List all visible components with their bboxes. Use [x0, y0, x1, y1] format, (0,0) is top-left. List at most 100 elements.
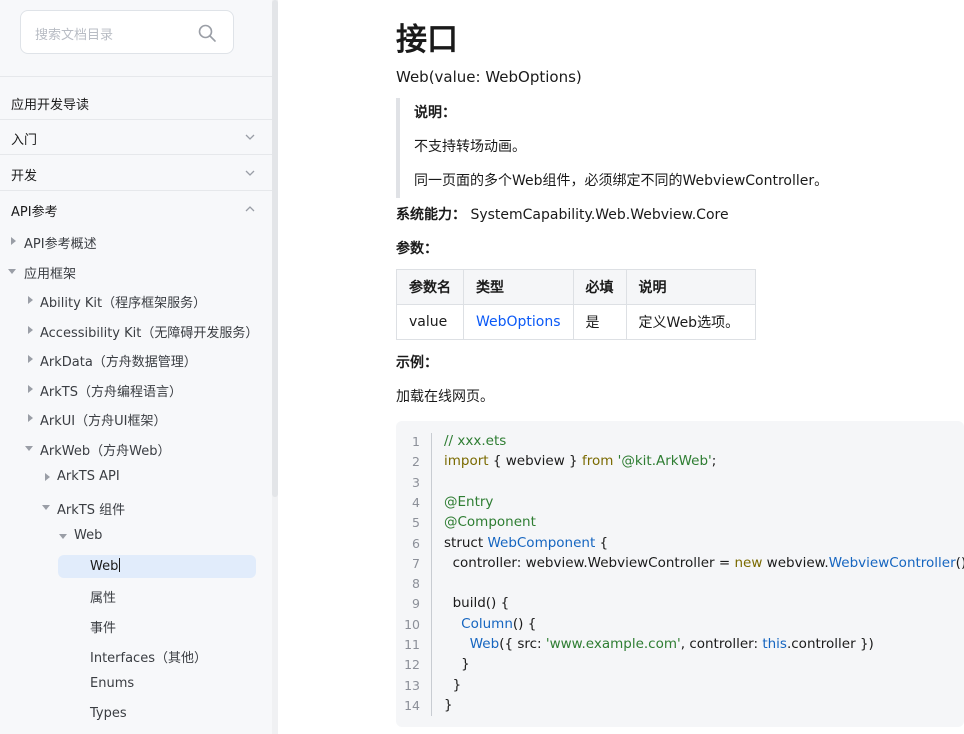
code-token: build() {	[444, 595, 510, 612]
tree-item-attributes[interactable]: 属性	[0, 584, 260, 608]
caret-right-icon[interactable]	[28, 355, 33, 363]
code-line: 3	[396, 474, 964, 494]
code-token: webview.	[762, 554, 829, 571]
tree-item-api-overview[interactable]: API参考概述	[0, 230, 260, 254]
code-text: // xxx.ets	[444, 433, 506, 449]
code-text: @Entry	[444, 494, 493, 510]
code-token: controller: webview.WebviewController =	[444, 554, 735, 571]
search-placeholder: 搜索文档目录	[35, 28, 114, 43]
code-line: 9 build() {	[396, 595, 964, 615]
tree-item-label: Ability Kit（程序框架服务）	[40, 296, 207, 311]
system-capability-value: SystemCapability.Web.Webview.Core	[470, 207, 729, 223]
caret-down-icon[interactable]	[42, 505, 50, 510]
code-line: 11 Web({ src: 'www.example.com', control…	[396, 636, 964, 656]
line-number: 3	[412, 474, 420, 490]
nav-item-getting-started[interactable]: 入门	[0, 120, 272, 155]
nav-item-label: API参考	[11, 205, 58, 220]
tree-item-accessibility-kit[interactable]: Accessibility Kit（无障碍开发服务）	[0, 319, 260, 343]
system-capability: 系统能力： SystemCapability.Web.Webview.Core	[396, 204, 729, 224]
code-token: }	[444, 676, 462, 693]
code-block[interactable]: 1 // xxx.ets 2 import { webview } from '@ki…	[396, 421, 964, 727]
tree-item-label: ArkData（方舟数据管理）	[40, 355, 197, 370]
line-number: 8	[412, 576, 420, 592]
tree-item-arkts-api[interactable]: ArkTS API	[0, 466, 260, 490]
code-token: // xxx.ets	[444, 433, 507, 449]
table-cell: 是	[572, 304, 627, 340]
caret-right-icon[interactable]	[45, 473, 50, 481]
nav-item-api-reference[interactable]: API参考	[0, 192, 272, 222]
caret-right-icon[interactable]	[11, 237, 16, 245]
note-line: 同一页面的多个Web组件，必须绑定不同的WebviewController。	[414, 173, 829, 189]
line-number: 13	[404, 677, 420, 693]
tree-item-label: 应用框架	[24, 267, 77, 282]
line-number: 6	[412, 535, 420, 551]
nav-item-label: 应用开发导读	[11, 98, 90, 113]
tree-item-arkdata[interactable]: ArkData（方舟数据管理）	[0, 348, 260, 372]
tree-item-label: ArkTS（方舟编程语言）	[40, 385, 182, 400]
code-token: struct	[444, 534, 488, 551]
tree-item-label: 属性	[90, 591, 117, 606]
tree-item-web-selected[interactable]: Web	[0, 555, 260, 579]
line-number: 4	[412, 494, 420, 510]
line-number: 14	[404, 697, 420, 713]
table-cell-link[interactable]: WebOptions	[463, 304, 574, 340]
table-cell: value	[396, 304, 464, 340]
tree-item-web-group[interactable]: Web	[0, 525, 260, 549]
tree-item-events[interactable]: 事件	[0, 614, 260, 638]
code-token: , controller:	[680, 636, 763, 652]
line-number: 12	[404, 657, 420, 673]
tree-item-ability-kit[interactable]: Ability Kit（程序框架服务）	[0, 289, 260, 313]
tree-item-arkts-components[interactable]: ArkTS 组件	[0, 496, 260, 520]
line-number: 10	[404, 616, 420, 632]
nav-item-guide[interactable]: 应用开发导读	[0, 85, 272, 120]
tree-item-label: ArkTS API	[57, 469, 120, 484]
tree-item-label: ArkUI（方舟UI框架）	[40, 414, 167, 429]
table-header: 必填	[572, 269, 627, 305]
params-title: 参数：	[396, 241, 438, 257]
table-header: 类型	[463, 269, 574, 305]
tree-item-arkweb[interactable]: ArkWeb（方舟Web）	[0, 437, 260, 461]
tree-item-interfaces[interactable]: Interfaces（其他）	[0, 644, 260, 668]
tree-item-arkts[interactable]: ArkTS（方舟编程语言）	[0, 378, 260, 402]
caret-right-icon[interactable]	[28, 414, 33, 422]
code-text: struct WebComponent {	[444, 535, 608, 551]
nav-item-label: 开发	[11, 169, 38, 184]
example-description: 加载在线网页。	[396, 389, 494, 405]
code-token: @Entry	[444, 493, 494, 510]
caret-right-icon[interactable]	[28, 296, 33, 304]
nav-item-develop[interactable]: 开发	[0, 156, 272, 191]
code-token: WebComponent	[487, 534, 596, 551]
search-icon[interactable]	[197, 23, 217, 43]
code-token: new	[734, 554, 763, 571]
tree-item-label: API参考概述	[24, 237, 97, 252]
search-input[interactable]: 搜索文档目录	[20, 10, 234, 54]
code-token: Web	[469, 636, 500, 652]
code-text: }	[444, 676, 462, 693]
nav-item-label: 入门	[11, 133, 38, 148]
tree-item-enums[interactable]: Enums	[0, 673, 260, 697]
caret-right-icon[interactable]	[28, 326, 33, 334]
code-token: ();	[955, 554, 964, 571]
caret-right-icon[interactable]	[28, 385, 33, 393]
tree-item-types[interactable]: Types	[0, 703, 260, 727]
caret-down-icon[interactable]	[25, 446, 33, 451]
caret-down-icon[interactable]	[8, 269, 16, 274]
tree-item-label: Interfaces（其他）	[90, 651, 207, 666]
code-line: 1 // xxx.ets	[396, 433, 964, 453]
code-token: Column	[461, 615, 513, 632]
line-number: 11	[404, 637, 420, 652]
caret-down-icon[interactable]	[59, 534, 67, 539]
tree-item-app-framework[interactable]: 应用框架	[0, 260, 260, 284]
tree-item-arkui[interactable]: ArkUI（方舟UI框架）	[0, 407, 260, 431]
tree-item-label: ArkTS 组件	[57, 503, 126, 518]
code-token: ({ src:	[499, 636, 546, 652]
line-number: 5	[412, 515, 420, 531]
page-title: 接口	[396, 22, 458, 58]
webOptions-link[interactable]: WebOptions	[476, 314, 561, 330]
tree-item-label: 事件	[90, 621, 117, 636]
code-token: 'www.example.com'	[545, 636, 681, 652]
code-token: @Component	[444, 514, 536, 531]
table-header: 参数名	[396, 269, 464, 305]
table-header: 说明	[625, 269, 756, 305]
